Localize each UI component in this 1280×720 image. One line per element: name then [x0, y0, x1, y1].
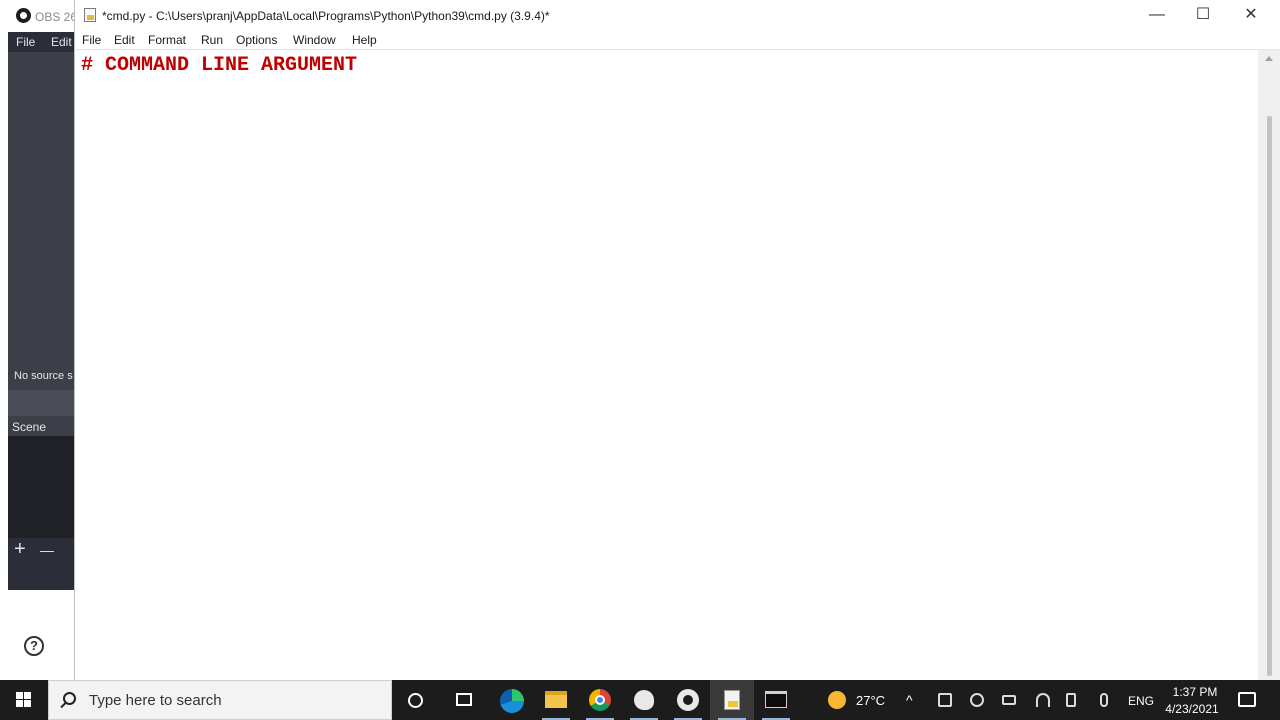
windows-logo-icon	[16, 692, 23, 699]
obs-icon	[677, 689, 699, 711]
menu-help[interactable]: Help	[352, 33, 377, 47]
paint-icon	[634, 690, 654, 710]
taskbar-search[interactable]	[48, 680, 392, 720]
obs-taskbar-button[interactable]	[666, 680, 710, 720]
obs-window: OBS 26 File Edit No source s Scene + — ?	[0, 0, 80, 680]
command-prompt-taskbar-button[interactable]	[754, 680, 798, 720]
obs-window-title: OBS 26	[35, 10, 78, 24]
menu-options[interactable]: Options	[236, 33, 277, 47]
windows-logo-icon	[16, 700, 23, 707]
menu-run[interactable]: Run	[201, 33, 223, 47]
obs-scene-list[interactable]	[8, 436, 80, 538]
idle-menubar: File Edit Format Run Options Window Help	[75, 31, 1280, 50]
scroll-up-arrow-icon[interactable]	[1265, 56, 1273, 61]
idle-taskbar-button[interactable]	[710, 680, 754, 720]
menu-format[interactable]: Format	[148, 33, 186, 47]
menu-edit[interactable]: Edit	[114, 33, 135, 47]
clock-date[interactable]: 4/23/2021	[1162, 702, 1222, 716]
windows-logo-icon	[24, 692, 31, 699]
cortana-button[interactable]	[394, 680, 438, 720]
onedrive-icon[interactable]	[970, 693, 984, 707]
windows-logo-icon	[24, 700, 31, 707]
code-editor[interactable]: # COMMAND LINE ARGUMENT	[75, 50, 1257, 680]
no-source-text: No source s	[14, 370, 73, 382]
microphone-icon[interactable]	[1100, 693, 1108, 707]
idle-editor-window: *cmd.py - C:\Users\pranj\AppData\Local\P…	[74, 0, 1280, 680]
obs-scene-toolbar: + —	[8, 538, 80, 564]
start-button[interactable]	[0, 680, 48, 720]
vertical-scrollbar[interactable]	[1258, 50, 1280, 680]
obs-sources-panel: No source s	[8, 362, 80, 390]
search-input[interactable]	[89, 681, 379, 719]
remove-scene-button[interactable]: —	[40, 542, 54, 558]
clock-time[interactable]: 1:37 PM	[1170, 685, 1220, 699]
file-explorer-taskbar-button[interactable]	[534, 680, 578, 720]
paint-taskbar-button[interactable]	[622, 680, 666, 720]
chrome-icon	[589, 689, 611, 711]
chrome-taskbar-button[interactable]	[578, 680, 622, 720]
cortana-icon	[408, 693, 423, 708]
taskbar: 27°C ^ ENG 1:37 PM 4/23/2021	[0, 680, 1280, 720]
folder-icon	[545, 691, 567, 708]
weather-temperature[interactable]: 27°C	[856, 693, 885, 708]
show-hidden-icons-chevron-icon[interactable]: ^	[906, 692, 913, 708]
obs-menubar: File Edit	[8, 32, 80, 52]
obs-logo-icon	[16, 8, 31, 23]
edge-taskbar-button[interactable]	[490, 680, 534, 720]
add-scene-button[interactable]: +	[14, 538, 26, 561]
menu-window[interactable]: Window	[293, 33, 336, 47]
obs-panel-divider	[8, 390, 80, 416]
meet-now-icon[interactable]	[938, 693, 952, 707]
obs-titlebar: OBS 26	[0, 0, 80, 32]
obs-preview[interactable]	[8, 52, 80, 362]
idle-titlebar: *cmd.py - C:\Users\pranj\AppData\Local\P…	[75, 0, 1280, 31]
notification-center-icon[interactable]	[1238, 692, 1256, 707]
task-view-button[interactable]	[442, 680, 486, 720]
terminal-icon	[765, 691, 787, 708]
minimize-button[interactable]: —	[1145, 5, 1169, 25]
python-idle-icon	[724, 690, 740, 710]
maximize-button[interactable]: ☐	[1191, 5, 1215, 25]
obs-scene-header: Scene	[8, 416, 80, 436]
obs-menu-file[interactable]: File	[16, 35, 35, 49]
menu-file[interactable]: File	[82, 33, 101, 47]
weather-sun-icon[interactable]	[828, 691, 846, 709]
python-file-icon	[84, 8, 96, 22]
scene-title: Scene	[12, 420, 47, 434]
obs-bottom-panel	[8, 564, 80, 590]
close-button[interactable]: ✕	[1239, 5, 1263, 25]
volume-icon[interactable]	[1066, 693, 1076, 707]
code-line-comment[interactable]: # COMMAND LINE ARGUMENT	[81, 54, 357, 77]
help-icon[interactable]: ?	[24, 636, 44, 656]
battery-icon[interactable]	[1002, 695, 1016, 705]
edge-icon	[500, 689, 524, 713]
search-icon	[63, 692, 76, 705]
task-view-icon	[456, 693, 472, 706]
idle-window-title: *cmd.py - C:\Users\pranj\AppData\Local\P…	[102, 9, 550, 23]
wifi-icon[interactable]	[1036, 693, 1050, 707]
obs-menu-edit[interactable]: Edit	[51, 35, 72, 49]
language-indicator[interactable]: ENG	[1128, 694, 1154, 708]
scroll-thumb[interactable]	[1267, 116, 1272, 676]
